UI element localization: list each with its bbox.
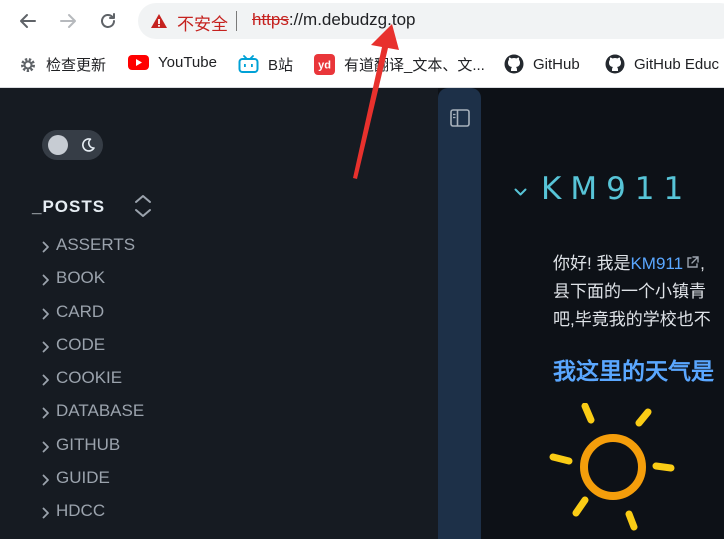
url-text[interactable]: https://m.debudzg.top <box>252 10 416 30</box>
chevron-right-icon <box>42 371 50 391</box>
sidebar-item-label: CARD <box>56 301 105 321</box>
reload-button[interactable] <box>95 8 121 34</box>
back-button[interactable] <box>15 8 41 34</box>
bookmark-check-update[interactable]: 检查更新 <box>19 54 106 75</box>
intro-suffix: , <box>700 254 705 273</box>
page-viewport: _POSTS ASSERTS BOOK CARD CODE COOKIE DATABASE… <box>0 88 724 539</box>
sidebar-item-label: ASSERTS <box>56 235 136 254</box>
sidebar-divider <box>438 88 481 539</box>
sidebar-panel-icon[interactable] <box>450 109 470 132</box>
bookmark-bilibili[interactable]: B站 <box>238 54 293 75</box>
chevron-right-icon <box>42 238 50 258</box>
bookmark-youtube[interactable]: YouTube <box>128 54 217 71</box>
sidebar-item-card[interactable]: CARD <box>42 302 144 335</box>
bookmark-youdao[interactable]: yd 有道翻译_文本、文... <box>314 54 485 75</box>
sidebar-item-label: GITHUB <box>56 434 121 454</box>
toggle-knob <box>48 135 68 155</box>
back-arrow-icon <box>20 14 36 28</box>
heading-collapse-chevron-icon[interactable] <box>514 184 527 202</box>
forward-button[interactable] <box>55 8 81 34</box>
address-separator <box>236 11 237 31</box>
browser-toolbar: 不安全 https://m.debudzg.top <box>0 0 724 43</box>
chevron-right-icon <box>42 338 50 358</box>
chevron-right-icon <box>42 305 50 325</box>
sidebar-item-asserts[interactable]: ASSERTS <box>42 235 144 268</box>
bookmark-label: GitHub Educ <box>634 55 720 73</box>
bookmark-github[interactable]: GitHub <box>504 54 580 74</box>
chevron-right-icon <box>42 471 50 491</box>
intro-paragraph: 你好! 我是KM911, 县下面的一个小镇青 吧,毕竟我的学校也不 <box>553 250 724 334</box>
posts-section-title[interactable]: _POSTS <box>32 197 105 217</box>
reload-icon <box>101 13 115 28</box>
github-icon <box>504 54 524 74</box>
sidebar-item-label: COOKIE <box>56 368 123 388</box>
gear-icon <box>19 56 37 74</box>
intro-line-1: 你好! 我是KM911, <box>553 250 724 278</box>
youdao-icon: yd <box>314 54 335 75</box>
sidebar-item-guide[interactable]: GUIDE <box>42 468 144 501</box>
expand-collapse-icon[interactable] <box>133 193 153 224</box>
intro-prefix: 你好! 我是 <box>553 254 631 273</box>
sidebar-item-label: DATABASE <box>56 401 145 421</box>
sidebar-item-github[interactable]: GITHUB <box>42 435 144 468</box>
sidebar-item-book[interactable]: BOOK <box>42 268 144 301</box>
bilibili-icon <box>238 55 259 74</box>
sidebar-item-code[interactable]: CODE <box>42 335 144 368</box>
bookmarks-bar: 检查更新 YouTube B站 yd 有道翻译_文本、文... GitHub G… <box>0 43 724 88</box>
sidebar-item-label: GUIDE <box>56 468 110 488</box>
warning-icon[interactable] <box>150 12 168 35</box>
svg-text:yd: yd <box>318 60 331 72</box>
intro-line-3: 吧,毕竟我的学校也不 <box>553 310 711 329</box>
not-secure-label[interactable]: 不安全 <box>177 10 228 35</box>
sidebar-item-cookie[interactable]: COOKIE <box>42 368 144 401</box>
sidebar-item-label: CODE <box>56 334 106 354</box>
url-scheme: https <box>252 10 289 29</box>
chevron-right-icon <box>42 438 50 458</box>
sidebar-item-hdcc[interactable]: HDCC <box>42 501 144 534</box>
external-link-icon <box>683 254 700 273</box>
github-icon <box>605 54 625 74</box>
weather-heading: 我这里的天气是 <box>553 358 714 384</box>
url-host: ://m.debudzg.top <box>288 10 416 29</box>
page-heading: KM911 <box>541 171 693 207</box>
chevron-right-icon <box>42 271 50 291</box>
intro-line-2: 县下面的一个小镇青 <box>553 282 706 301</box>
bookmark-label: 检查更新 <box>46 57 107 74</box>
chevron-right-icon <box>42 504 50 524</box>
bookmark-label: B站 <box>268 57 294 74</box>
sidebar: _POSTS ASSERTS BOOK CARD CODE COOKIE DATABASE… <box>0 88 438 539</box>
bookmark-label: YouTube <box>158 54 217 71</box>
bookmark-label: GitHub <box>533 55 580 73</box>
theme-toggle[interactable] <box>42 130 103 160</box>
sidebar-item-database[interactable]: DATABASE <box>42 401 144 434</box>
sidebar-item-label: HDCC <box>56 501 106 521</box>
moon-icon <box>80 137 96 158</box>
sidebar-item-label: BOOK <box>56 268 106 288</box>
bookmark-github-education[interactable]: GitHub Educ <box>605 54 719 74</box>
sun-icon <box>543 402 683 539</box>
main-content: KM911 你好! 我是KM911, 县下面的一个小镇青 吧,毕竟我的学校也不 … <box>481 88 724 539</box>
youtube-icon <box>128 55 149 70</box>
chevron-right-icon <box>42 404 50 424</box>
author-link[interactable]: KM911 <box>630 254 683 273</box>
bookmark-label: 有道翻译_文本、文... <box>344 57 485 74</box>
forward-arrow-icon <box>60 14 76 28</box>
posts-nav-list: ASSERTS BOOK CARD CODE COOKIE DATABASE GITHUB G… <box>42 235 144 535</box>
